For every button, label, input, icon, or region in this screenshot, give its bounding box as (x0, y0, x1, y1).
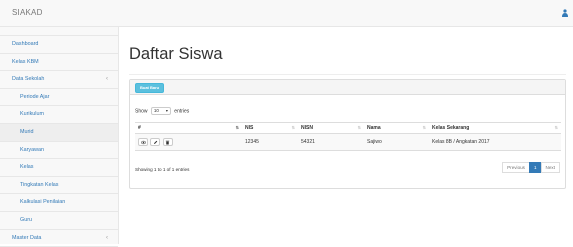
sidebar-item-label: Dashboard (12, 41, 39, 47)
column-header-nisn[interactable]: NISN ⇅ (298, 122, 364, 134)
cell-nama: Sajiwo (364, 133, 429, 151)
sidebar: Dashboard Kelas KBM Data Sekolah ‹ Periode A… (0, 27, 119, 247)
sidebar-item-label: Kelas KBM (12, 58, 39, 65)
cell-nisn: 54321 (298, 133, 364, 151)
sort-icon: ⇅ (235, 125, 239, 130)
cell-nis: 12345 (242, 133, 298, 151)
column-header-number[interactable]: # ⇅ (135, 122, 242, 134)
table-info: Showing 1 to 1 of 1 entries (135, 167, 190, 172)
page-title: Daftar Siswa (129, 45, 223, 63)
page-length-select[interactable]: 10 ▾ (150, 107, 171, 115)
chevron-left-icon: ‹ (106, 76, 108, 83)
sidebar-item-kelas-kbm[interactable]: Kelas KBM (0, 54, 118, 72)
sidebar-item-kelas[interactable]: Kelas (0, 159, 118, 177)
sidebar-item-dashboard[interactable]: Dashboard (0, 36, 118, 54)
sidebar-item-label: Guru (20, 216, 32, 223)
sidebar-search-area (0, 27, 118, 36)
pencil-icon (153, 140, 158, 144)
sidebar-item-label: Kalkulasi Penilaian (20, 199, 66, 206)
cell-kelas: Kelas 8B / Angkatan 2017 (429, 133, 561, 151)
previous-page-button[interactable]: Previous (502, 162, 530, 173)
panel-heading: Buat Baru (130, 80, 565, 95)
sidebar-item-label: Karyawan (20, 146, 44, 153)
edit-button[interactable] (150, 138, 161, 146)
sidebar-item-label: Tingkatan Kelas (20, 181, 59, 188)
column-header-nama[interactable]: Nama ⇅ (364, 122, 429, 134)
trash-icon (166, 140, 170, 145)
sort-icon: ⇅ (422, 125, 426, 130)
pagination: Previous 1 Next (502, 162, 560, 173)
sidebar-item-master-data[interactable]: Master Data ‹ (0, 230, 118, 247)
row-actions (135, 133, 242, 151)
eye-icon (140, 140, 146, 145)
delete-button[interactable] (162, 138, 173, 146)
students-table: #⇅ NIS⇅ NISN⇅ Nama⇅ Kelas Sekarang⇅ (135, 122, 561, 151)
students-panel: Buat Baru Show 10 ▾ entries # ⇅ NIS ⇅ NISN ⇅… (129, 79, 566, 189)
show-label: Show (135, 108, 148, 115)
page-length-control: Show 10 ▾ entries (135, 107, 189, 115)
column-header-nis[interactable]: NIS ⇅ (242, 122, 298, 134)
sort-icon: ⇅ (554, 125, 558, 130)
next-page-button[interactable]: Next (540, 162, 560, 173)
sidebar-item-karyawan[interactable]: Karyawan (0, 142, 118, 160)
chevron-down-icon: ▾ (165, 108, 168, 113)
sort-icon: ⇅ (357, 125, 361, 130)
main-content: Daftar Siswa Buat Baru Show 10 ▾ entries … (119, 27, 573, 244)
sidebar-item-data-sekolah[interactable]: Data Sekolah ‹ (0, 71, 118, 89)
title-divider (129, 74, 566, 75)
sidebar-item-label: Kurikulum (20, 111, 44, 118)
sidebar-item-periode-ajar[interactable]: Periode Ajar (0, 89, 118, 107)
view-button[interactable] (138, 138, 148, 146)
sidebar-item-kalkulasi-penilaian[interactable]: Kalkulasi Penilaian (0, 194, 118, 212)
app-brand[interactable]: SIAKAD (12, 8, 43, 17)
top-navbar: SIAKAD (0, 0, 573, 27)
sort-icon: ⇅ (291, 125, 295, 130)
entries-label: entries (174, 108, 190, 115)
table-row: 12345 54321 Sajiwo Kelas 8B / Angkatan 2… (135, 133, 561, 151)
sidebar-item-kurikulum[interactable]: Kurikulum (0, 106, 118, 124)
sidebar-item-label: Periode Ajar (20, 93, 50, 100)
sidebar-item-label: Kelas (20, 164, 34, 171)
sidebar-item-label: Data Sekolah (12, 76, 45, 83)
sidebar-item-guru[interactable]: Guru (0, 212, 118, 230)
sidebar-item-label: Murid (20, 128, 34, 135)
sidebar-item-murid[interactable]: Murid (0, 123, 118, 142)
sidebar-item-label: Master Data (12, 234, 42, 241)
sidebar-item-tingkatan-kelas[interactable]: Tingkatan Kelas (0, 177, 118, 195)
column-header-kelas[interactable]: Kelas Sekarang ⇅ (429, 122, 561, 134)
user-icon[interactable] (562, 9, 568, 17)
add-student-button[interactable]: Buat Baru (135, 83, 165, 93)
